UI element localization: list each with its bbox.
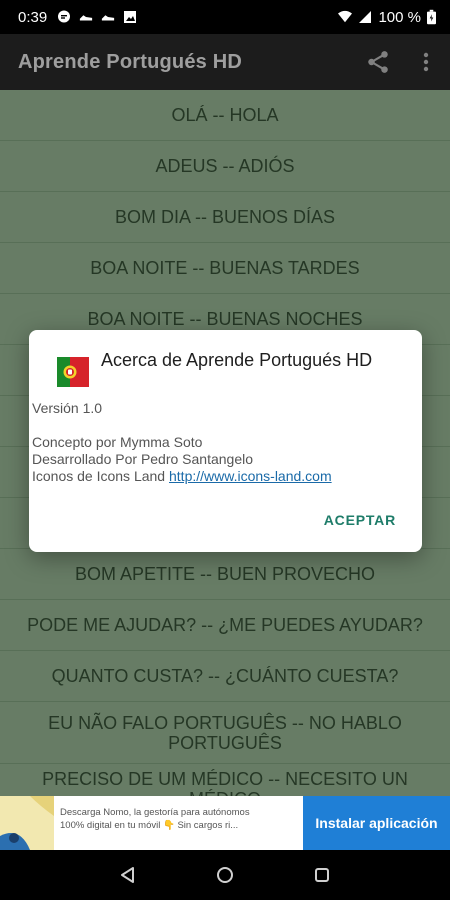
battery-percent: 100 %: [378, 8, 421, 26]
developer-text: Desarrollado Por Pedro Santangelo: [32, 451, 254, 467]
recents-button[interactable]: [302, 855, 342, 895]
ad-image[interactable]: [0, 796, 54, 850]
wifi-icon: [338, 10, 353, 23]
status-bar: 0:39 100 %: [0, 0, 450, 34]
back-icon: [121, 867, 135, 883]
battery-icon: [427, 9, 436, 25]
home-icon: [216, 867, 233, 883]
portugal-flag-icon: [57, 357, 89, 387]
dialog-title: Acerca de Aprende Portugués HD: [101, 350, 373, 370]
chat-notification-icon: [58, 10, 71, 23]
signal-icon: [359, 11, 372, 23]
accept-button[interactable]: ACEPTAR: [324, 512, 396, 528]
back-button[interactable]: [108, 855, 148, 895]
ad-line-2: 100% digital en tu móvil 👇 Sin cargos ri…: [60, 820, 239, 831]
notification-icons: [57, 10, 137, 24]
recents-icon: [314, 868, 329, 882]
ad-banner[interactable]: Descarga Nomo, la gestoría para autónomo…: [0, 796, 450, 850]
icons-credit: Iconos de Icons Land http://www.icons-la…: [32, 468, 408, 485]
ad-text[interactable]: Descarga Nomo, la gestoría para autónomo…: [54, 796, 303, 850]
sneaker-notification-icon: [80, 15, 93, 21]
image-notification-icon: [124, 11, 137, 23]
system-nav-bar: [0, 850, 450, 900]
install-app-button[interactable]: Instalar aplicación: [303, 796, 450, 850]
concept-text: Concepto por Mymma Soto: [32, 434, 203, 450]
ad-line-1: Descarga Nomo, la gestoría para autónomo…: [60, 807, 250, 818]
sneaker-notification-icon-2: [102, 15, 115, 21]
dialog-body: Versión 1.0 Concepto por Mymma Soto Desa…: [32, 400, 408, 485]
version-text: Versión 1.0: [32, 400, 103, 416]
about-dialog: Acerca de Aprende Portugués HD Versión 1…: [29, 330, 422, 552]
ad-logo-icon: [0, 796, 54, 850]
icons-credit-text: Iconos de Icons Land: [32, 468, 169, 484]
home-button[interactable]: [205, 855, 245, 895]
icons-land-link[interactable]: http://www.icons-land.com: [169, 468, 332, 484]
status-time: 0:39: [18, 8, 48, 26]
